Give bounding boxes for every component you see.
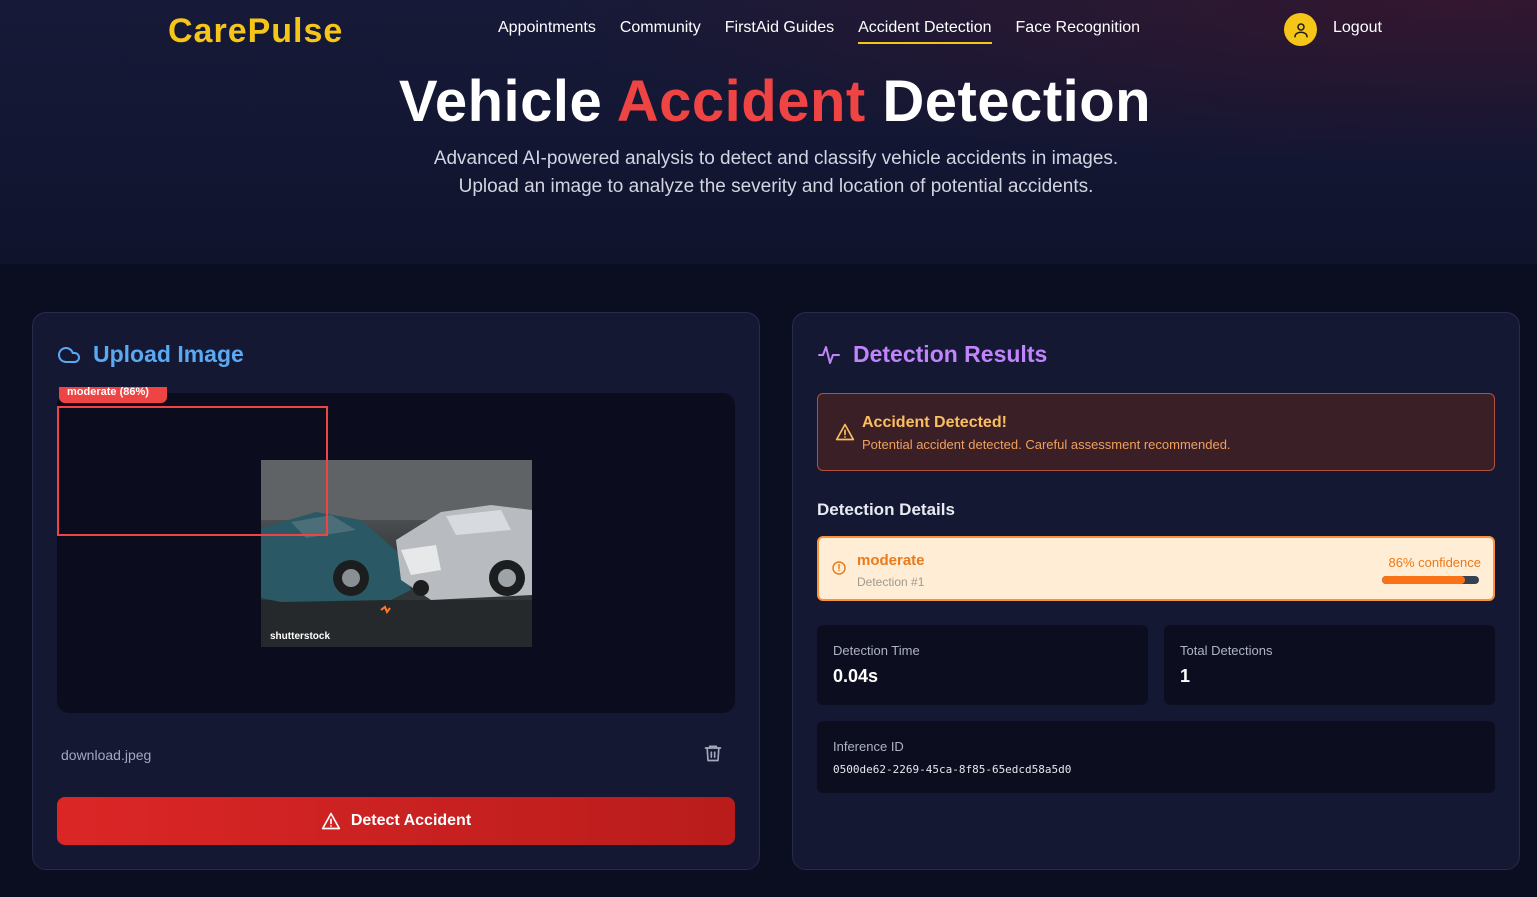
- activity-icon: [818, 345, 840, 364]
- detection-confidence: 86% confidence: [1388, 555, 1481, 570]
- user-icon: [1293, 22, 1308, 37]
- detection-severity: moderate: [857, 552, 925, 569]
- title-accent: Accident: [616, 69, 866, 134]
- total-detections-label: Total Detections: [1180, 643, 1273, 658]
- user-avatar[interactable]: [1284, 13, 1317, 46]
- nav-appointments[interactable]: Appointments: [498, 19, 596, 44]
- inference-id-panel: Inference ID 0500de62-2269-45ca-8f85-65e…: [817, 721, 1495, 793]
- confidence-bar-fill: [1382, 576, 1466, 584]
- nav-firstaid-guides[interactable]: FirstAid Guides: [725, 19, 834, 44]
- detect-button-label: Detect Accident: [350, 812, 472, 829]
- alert-text: Potential accident detected. Careful ass…: [862, 437, 1231, 452]
- alert-title: Accident Detected!: [862, 414, 1007, 431]
- title-part1: Vehicle: [398, 69, 603, 134]
- total-detections-value: 1: [1180, 666, 1191, 686]
- detection-item[interactable]: moderate Detection #1 86% confidence: [817, 536, 1495, 601]
- results-card-title: Detection Results: [853, 341, 1048, 367]
- detection-bounding-box: [57, 406, 328, 536]
- upload-card-header: Upload Image: [57, 341, 244, 368]
- results-card-header: Detection Results: [817, 341, 1047, 368]
- nav-community[interactable]: Community: [620, 19, 701, 44]
- detect-accident-button[interactable]: Detect Accident: [57, 797, 735, 845]
- nav-face-recognition[interactable]: Face Recognition: [1016, 19, 1141, 44]
- detection-time-label: Detection Time: [833, 643, 920, 658]
- confidence-bar: [1382, 576, 1479, 584]
- inference-id-value[interactable]: 0500de62-2269-45ca-8f85-65edcd58a5d0: [833, 763, 1071, 776]
- cloud-icon: [58, 346, 80, 363]
- file-name: download.jpeg: [61, 747, 152, 763]
- detection-number: Detection #1: [857, 575, 925, 589]
- hero-subtitle-line1: Advanced AI-powered analysis to detect a…: [433, 148, 1119, 169]
- total-detections-stat: Total Detections 1: [1164, 625, 1495, 705]
- upload-card: Upload Image shutterstock moderate (86%)…: [32, 312, 760, 870]
- remove-file-button[interactable]: [703, 743, 723, 768]
- warning-triangle-icon: [835, 423, 855, 441]
- detection-details-heading: Detection Details: [817, 500, 955, 519]
- title-part2: Detection: [882, 69, 1152, 134]
- results-card: Detection Results Accident Detected! Pot…: [792, 312, 1520, 870]
- nav-accident-detection[interactable]: Accident Detection: [858, 19, 992, 44]
- page-title: Vehicle Accident Detection: [0, 68, 1537, 135]
- detection-time-value: 0.04s: [833, 666, 879, 686]
- image-watermark: shutterstock: [270, 631, 331, 642]
- inference-id-label: Inference ID: [833, 739, 904, 754]
- warning-triangle-icon: [321, 812, 340, 830]
- hero-subtitle-line2: Upload an image to analyze the severity …: [458, 176, 1094, 197]
- bbox-label: moderate (86%): [59, 387, 167, 403]
- upload-card-title: Upload Image: [93, 341, 244, 367]
- alert-circle-icon: [832, 561, 846, 575]
- accident-alert: Accident Detected! Potential accident de…: [817, 393, 1495, 471]
- logo[interactable]: CarePulse: [168, 12, 343, 51]
- main-nav: Appointments Community FirstAid Guides A…: [498, 19, 1140, 44]
- logout-button[interactable]: Logout: [1333, 19, 1382, 37]
- detection-time-stat: Detection Time 0.04s: [817, 625, 1148, 705]
- trash-icon: [704, 745, 722, 762]
